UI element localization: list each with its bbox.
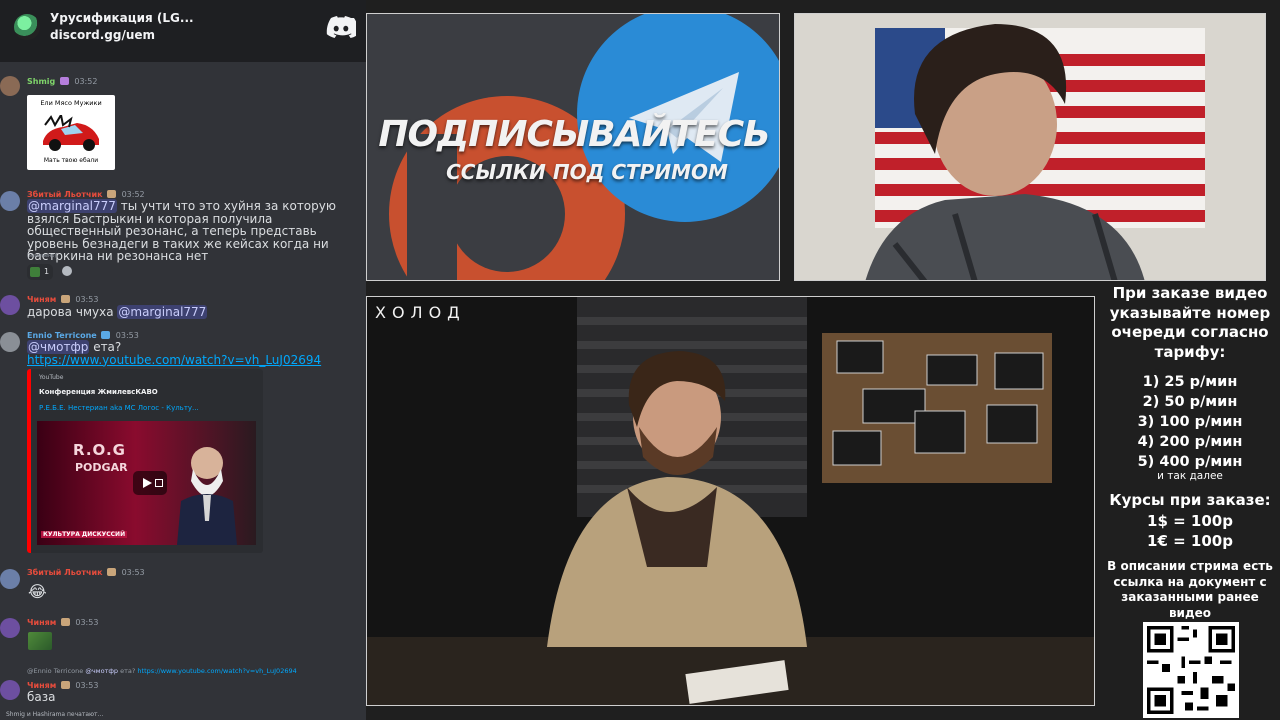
- role-badge-icon: [60, 618, 70, 626]
- tariff-item: 4) 200 р/мин: [1137, 434, 1243, 450]
- message-time: 03:53: [121, 568, 145, 577]
- video-thumbnail[interactable]: R.O.G PODGAR КУЛЬТУРА ДИСКУССИЙ: [37, 421, 256, 545]
- reaction-emoji-icon: [30, 267, 40, 277]
- avatar: [0, 76, 20, 96]
- race-car-icon: [43, 115, 99, 151]
- embed-provider[interactable]: YouTube: [39, 374, 63, 381]
- add-reaction-icon[interactable]: [62, 266, 72, 276]
- thumbnail-text: PODGAR: [75, 461, 128, 474]
- discord-logo-icon: [326, 16, 356, 38]
- avatar: [0, 191, 20, 211]
- role-badge-icon: [101, 331, 111, 339]
- role-badge-icon: [59, 77, 69, 85]
- tariff-item: 1) 25 р/мин: [1142, 374, 1238, 390]
- embed-title[interactable]: Р.Е.Б.Е. Нестериан aka МС Логос - Культу…: [39, 404, 199, 412]
- role-badge-icon: [60, 681, 70, 689]
- thumbnail-text: R.O.G: [73, 441, 126, 459]
- meme-image[interactable]: Ели Мясо Мужики Мать твою ебали: [27, 95, 115, 170]
- reaction-button[interactable]: 1: [27, 264, 53, 280]
- server-name: Урусификация (LG...: [50, 11, 194, 25]
- promo-subtitle: ССЫЛКИ ПОД СТРИМОМ: [446, 160, 728, 184]
- thumbnail-banner: КУЛЬТУРА ДИСКУССИЙ: [41, 531, 128, 538]
- promo-title: ПОДПИСЫВАЙТЕСЬ: [378, 114, 770, 155]
- message-meta: Чиням 03:53: [27, 618, 98, 627]
- youtube-embed[interactable]: YouTube Конференция ЖмилевсКАВО Р.Е.Б.Е.…: [27, 369, 263, 553]
- message-author[interactable]: Чиням: [27, 295, 56, 304]
- avatar: [0, 618, 20, 638]
- embed-channel[interactable]: Конференция ЖмилевсКАВО: [39, 388, 158, 396]
- role-badge-icon: [60, 295, 70, 303]
- main-video-player[interactable]: ХОЛОД: [366, 296, 1095, 706]
- order-heading: При заказе видео указывайте номер очеред…: [1109, 284, 1271, 361]
- video-scene: [367, 297, 1094, 705]
- message-meta: Чиням 03:53: [27, 295, 98, 304]
- message-time: 03:53: [75, 618, 99, 627]
- reaction-count: 1: [44, 267, 50, 276]
- message-author[interactable]: Shmig: [27, 77, 55, 86]
- message-meta: Збитый Льотчик 03:52: [27, 190, 145, 199]
- custom-emoji-icon: [28, 632, 52, 650]
- holod-logo: ХОЛОД: [375, 303, 466, 322]
- avatar: [0, 295, 20, 315]
- message-time: 03:53: [75, 295, 99, 304]
- message-text: @marginal777 ты учти что это хуйня за ко…: [27, 199, 336, 263]
- meme-caption-top: Ели Мясо Мужики: [40, 99, 102, 107]
- role-badge-icon: [107, 568, 117, 576]
- message-time: 03:52: [121, 190, 145, 199]
- tariff-and-more: и так далее: [1157, 470, 1223, 482]
- avatar: [0, 332, 20, 352]
- webcam-scene: [795, 14, 1265, 280]
- role-badge-icon: [107, 190, 117, 198]
- discord-chat-widget: Урусификация (LG... discord.gg/uem Shmig…: [0, 0, 366, 720]
- message-time: 03:53: [115, 331, 139, 340]
- message-meta: Ennio Terricone 03:53: [27, 331, 139, 340]
- rate-usd: 1$ = 100р: [1147, 512, 1233, 530]
- rates-heading: Курсы при заказе:: [1109, 491, 1271, 509]
- message-author[interactable]: Збитый Льотчик: [27, 568, 103, 577]
- message-author[interactable]: Ennio Terricone: [27, 331, 97, 340]
- tariff-item: 2) 50 р/мин: [1142, 394, 1238, 410]
- message-link[interactable]: https://www.youtube.com/watch?v=vh_LuJ02…: [27, 353, 321, 367]
- message-text: дарова чмуха @marginal777: [27, 305, 208, 319]
- play-video-icon[interactable]: [133, 471, 167, 495]
- message-meta: Чиням 03:53: [27, 681, 98, 690]
- message-time: 03:52: [74, 77, 98, 86]
- avatar: [0, 569, 20, 589]
- subscribe-promo-panel: ПОДПИСЫВАЙТЕСЬ ССЫЛКИ ПОД СТРИМОМ: [366, 13, 780, 281]
- server-avatar: [14, 14, 40, 40]
- typing-indicator: Shmig и Hashirama печатают...: [6, 711, 104, 718]
- edited-tag: (изменено): [27, 253, 57, 259]
- tariff-item: 3) 100 р/мин: [1137, 414, 1243, 430]
- thumbnail-person: [177, 447, 237, 545]
- message-author[interactable]: Збитый Льотчик: [27, 190, 103, 199]
- message-author[interactable]: Чиням: [27, 618, 56, 627]
- message-text: база: [27, 690, 56, 704]
- meme-caption-bottom: Мать твою ебали: [43, 157, 99, 164]
- message-author[interactable]: Чиням: [27, 681, 56, 690]
- message-meta: Збитый Льотчик 03:53: [27, 568, 145, 577]
- avatar: [0, 680, 20, 700]
- tariff-list: 1) 25 р/мин 2) 50 р/мин 3) 100 р/мин 4) …: [1100, 372, 1280, 472]
- reply-preview[interactable]: @Ennio Terricone @чмотфр ета? https://ww…: [27, 667, 297, 675]
- user-mention[interactable]: @marginal777: [117, 305, 208, 319]
- message-meta: Shmig 03:52: [27, 77, 97, 86]
- webcam-feed: [794, 13, 1266, 281]
- document-note: В описании стрима есть ссылка на докумен…: [1107, 559, 1273, 620]
- tariff-item: 5) 400 р/мин: [1137, 454, 1243, 470]
- rate-eur: 1€ = 100р: [1147, 532, 1233, 550]
- message-text: @чмотфр ета? https://www.youtube.com/watc…: [27, 340, 322, 367]
- message-time: 03:53: [75, 681, 99, 690]
- server-header: Урусификация (LG... discord.gg/uem: [0, 0, 366, 62]
- laughing-emoji-icon: 😂: [28, 582, 47, 601]
- server-invite-link[interactable]: discord.gg/uem: [50, 28, 155, 42]
- qr-code-icon[interactable]: [1143, 622, 1239, 718]
